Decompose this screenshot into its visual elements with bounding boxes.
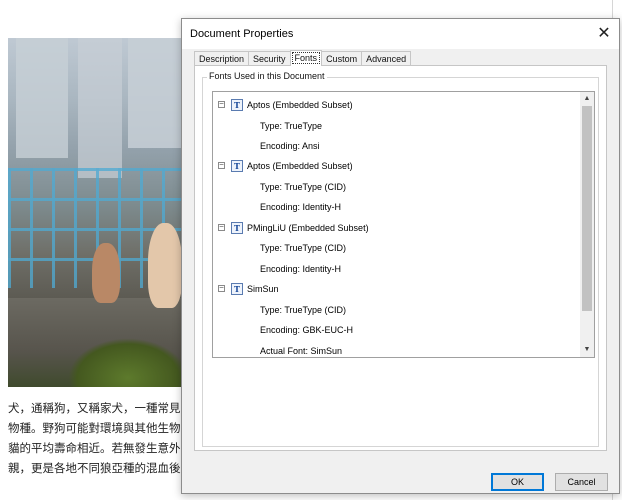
truetype-font-icon: T [231, 99, 243, 111]
fonts-tab-panel: Fonts Used in this Document − T Aptos (E… [194, 65, 607, 451]
font-encoding: Encoding: Identity-H [260, 264, 342, 274]
fonts-tree[interactable]: − T Aptos (Embedded Subset) Type: TrueTy… [212, 91, 595, 358]
tab-description[interactable]: Description [194, 51, 250, 66]
actual-font: Actual Font: SimSun [260, 346, 343, 356]
collapse-icon[interactable]: − [218, 100, 225, 108]
font-encoding: Encoding: Identity-H [260, 202, 342, 212]
tab-security[interactable]: Security [248, 51, 291, 66]
font-encoding: Encoding: GBK-EUC-H [260, 325, 354, 335]
font-type: Type: TrueType (CID) [260, 182, 347, 192]
font-name: PMingLiU (Embedded Subset) [247, 223, 369, 233]
text-line: 親，更是各地不同狼亞種的混血後 [8, 461, 181, 475]
document-photo [8, 38, 188, 387]
font-name: SimSun [247, 284, 279, 294]
font-type: Type: TrueType (CID) [260, 305, 347, 315]
tab-bar: Description Security Fonts Custom Advanc… [194, 50, 412, 66]
document-text: 犬，通稱狗，又稱家犬，一種常見 物種。野狗可能對環境與其他生物 貓的平均壽命相近… [8, 398, 188, 478]
truetype-font-icon: T [231, 222, 243, 234]
collapse-icon[interactable]: − [218, 223, 225, 231]
font-type: Type: TrueType (CID) [260, 243, 347, 253]
scroll-up-icon[interactable]: ▲ [580, 92, 594, 106]
document-properties-dialog: Document Properties ✕ Description Securi… [181, 18, 620, 494]
font-type: Type: TrueType [260, 121, 323, 131]
text-line: 貓的平均壽命相近。若無發生意外 [8, 441, 181, 455]
text-line: 犬，通稱狗，又稱家犬，一種常見 [8, 401, 181, 415]
vertical-scrollbar[interactable]: ▲ ▼ [580, 92, 594, 357]
collapse-icon[interactable]: − [218, 284, 225, 292]
ok-button[interactable]: OK [491, 473, 544, 491]
truetype-font-icon: T [231, 160, 243, 172]
tab-advanced[interactable]: Advanced [361, 51, 412, 66]
tab-custom[interactable]: Custom [321, 51, 363, 66]
group-label: Fonts Used in this Document [207, 71, 327, 81]
truetype-font-icon: T [231, 283, 243, 295]
tab-fonts[interactable]: Fonts [289, 50, 323, 66]
scroll-thumb[interactable] [582, 106, 592, 311]
close-icon[interactable]: ✕ [589, 19, 619, 49]
dialog-titlebar[interactable]: Document Properties ✕ [182, 19, 619, 49]
cancel-button[interactable]: Cancel [555, 473, 608, 491]
dialog-title: Document Properties [190, 28, 294, 40]
font-encoding: Encoding: Ansi [260, 141, 320, 151]
font-name: Aptos (Embedded Subset) [247, 100, 353, 110]
text-line: 物種。野狗可能對環境與其他生物 [8, 421, 181, 435]
scroll-down-icon[interactable]: ▼ [580, 343, 594, 357]
collapse-icon[interactable]: − [218, 161, 225, 169]
font-name: Aptos (Embedded Subset) [247, 161, 353, 171]
